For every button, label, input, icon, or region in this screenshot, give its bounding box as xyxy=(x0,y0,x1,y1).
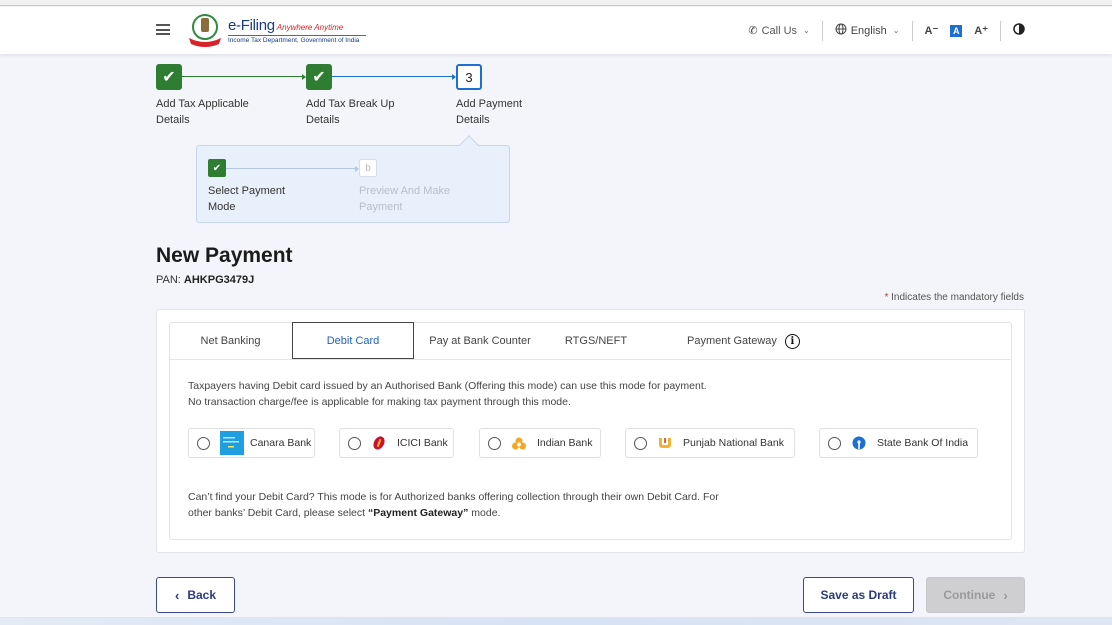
continue-label: Continue xyxy=(943,588,996,602)
language-label: English xyxy=(850,24,887,37)
tab-label: RTGS/NEFT xyxy=(564,335,628,347)
step-number: 3 xyxy=(456,64,482,90)
bank-name: Punjab National Bank xyxy=(683,437,784,449)
brand-title: e-Filing xyxy=(228,17,275,34)
bank-name: Indian Bank xyxy=(537,437,593,449)
divider xyxy=(911,20,913,41)
save-draft-label: Save as Draft xyxy=(820,588,897,602)
brand-subtitle: Income Tax Department, Government of Ind… xyxy=(228,35,366,44)
font-decrease-button[interactable]: A⁻ xyxy=(925,24,939,37)
step-check-icon: ✔ xyxy=(156,64,182,90)
divider xyxy=(821,20,823,41)
canara-bank-logo-icon xyxy=(220,431,244,455)
note-text-suffix: mode. xyxy=(468,507,501,519)
site-header: e-Filing Anywhere Anytime Income Tax Depa… xyxy=(0,7,1112,54)
mandatory-text: Indicates the mandatory fields xyxy=(891,292,1024,303)
sbi-logo-icon xyxy=(851,435,867,451)
payment-mode-tabs: Net Banking Debit Card Pay at Bank Count… xyxy=(169,322,1012,360)
brand[interactable]: e-Filing Anywhere Anytime Income Tax Depa… xyxy=(228,17,366,44)
browser-top-strip xyxy=(0,0,1112,6)
substep-connector xyxy=(226,168,356,169)
phone-icon: ✆ xyxy=(748,25,758,37)
menu-icon[interactable] xyxy=(156,24,170,35)
step-3: 3 Add Payment Details xyxy=(456,64,536,128)
font-normal-button[interactable]: A xyxy=(950,24,963,37)
radio-button[interactable] xyxy=(634,436,647,450)
substep-check-icon: ✔ xyxy=(208,159,226,177)
icici-bank-logo-icon xyxy=(371,435,387,451)
bank-option-indian-bank[interactable]: Indian Bank xyxy=(479,428,601,458)
step-label: Add Payment Details xyxy=(456,98,523,126)
emblem-logo[interactable] xyxy=(187,12,223,48)
required-star: * xyxy=(884,292,889,303)
radio-button[interactable] xyxy=(197,436,210,450)
info-icon[interactable]: i xyxy=(784,333,800,349)
tab-label: Payment Gateway xyxy=(687,335,777,347)
substep-marker: b xyxy=(359,159,377,177)
step-connector xyxy=(332,76,454,77)
radio-button[interactable] xyxy=(348,436,361,450)
bank-name: ICICI Bank xyxy=(397,437,448,449)
substep-2: b Preview And Make Payment xyxy=(359,159,459,215)
back-label: Back xyxy=(187,588,217,602)
continue-button[interactable]: Continue › xyxy=(926,577,1025,613)
back-button[interactable]: ‹ Back xyxy=(156,577,235,613)
call-us-label: Call Us xyxy=(761,24,798,37)
bank-option-canara[interactable]: Canara Bank xyxy=(188,428,315,458)
page-title: New Payment xyxy=(156,244,293,267)
save-as-draft-button[interactable]: Save as Draft xyxy=(803,577,914,613)
divider xyxy=(1000,20,1001,41)
tab-net-banking[interactable]: Net Banking xyxy=(169,322,292,360)
tab-rtgs-neft[interactable]: RTGS/NEFT xyxy=(546,322,646,360)
debit-card-note: Can’t find your Debit Card? This mode is… xyxy=(188,489,728,521)
bottom-banner-strip xyxy=(0,617,1112,625)
bank-name: Canara Bank xyxy=(250,437,312,449)
tab-label: Net Banking xyxy=(200,335,261,347)
radio-button[interactable] xyxy=(828,436,841,450)
substep-label: Preview And Make Payment xyxy=(359,185,451,213)
bank-option-icici[interactable]: ICICI Bank xyxy=(339,428,454,458)
step-1: ✔ Add Tax Applicable Details xyxy=(156,64,266,128)
chevron-down-icon: ⌄ xyxy=(803,26,810,35)
tab-label: Pay at Bank Counter xyxy=(429,335,531,347)
font-increase-button[interactable]: A⁺ xyxy=(974,24,988,37)
pan-label: PAN: xyxy=(156,274,181,286)
indian-bank-logo-icon xyxy=(511,435,527,451)
tab-payment-gateway[interactable]: Payment Gateway i xyxy=(669,322,809,360)
step-label: Add Tax Break Up Details xyxy=(306,98,395,126)
header-tools: ✆ Call Us ⌄ English ⌄ A⁻ A A⁺ xyxy=(748,7,1025,54)
chevron-left-icon: ‹ xyxy=(174,587,180,603)
tab-debit-card[interactable]: Debit Card xyxy=(292,322,414,359)
radio-button[interactable] xyxy=(488,436,501,450)
step-connector xyxy=(182,76,304,77)
debit-card-description: Taxpayers having Debit card issued by an… xyxy=(188,380,707,408)
pan-info: PAN: AHKPG3479J xyxy=(156,274,254,286)
contrast-toggle-icon[interactable] xyxy=(1013,23,1025,38)
substep-label: Select Payment Mode xyxy=(208,185,286,213)
step-check-icon: ✔ xyxy=(306,64,332,90)
bank-option-sbi[interactable]: State Bank Of India xyxy=(819,428,978,458)
pnb-logo-icon xyxy=(657,435,673,451)
bank-option-pnb[interactable]: Punjab National Bank xyxy=(625,428,795,458)
step-label: Add Tax Applicable Details xyxy=(156,98,249,126)
step-2: ✔ Add Tax Break Up Details xyxy=(306,64,406,128)
brand-tagline: Anywhere Anytime xyxy=(276,23,344,32)
pan-value: AHKPG3479J xyxy=(183,274,255,286)
chevron-right-icon: › xyxy=(1003,587,1008,603)
payment-gateway-link-text: “Payment Gateway” xyxy=(367,507,469,519)
bank-name: State Bank Of India xyxy=(877,437,969,449)
mandatory-note: * Indicates the mandatory fields xyxy=(884,292,1024,303)
call-us-dropdown[interactable]: ✆ Call Us ⌄ xyxy=(748,24,810,38)
tab-pay-at-bank-counter[interactable]: Pay at Bank Counter xyxy=(414,322,546,360)
language-dropdown[interactable]: English ⌄ xyxy=(835,23,900,38)
globe-icon xyxy=(835,23,847,38)
chevron-down-icon: ⌄ xyxy=(892,26,900,35)
tab-label: Debit Card xyxy=(326,334,380,347)
